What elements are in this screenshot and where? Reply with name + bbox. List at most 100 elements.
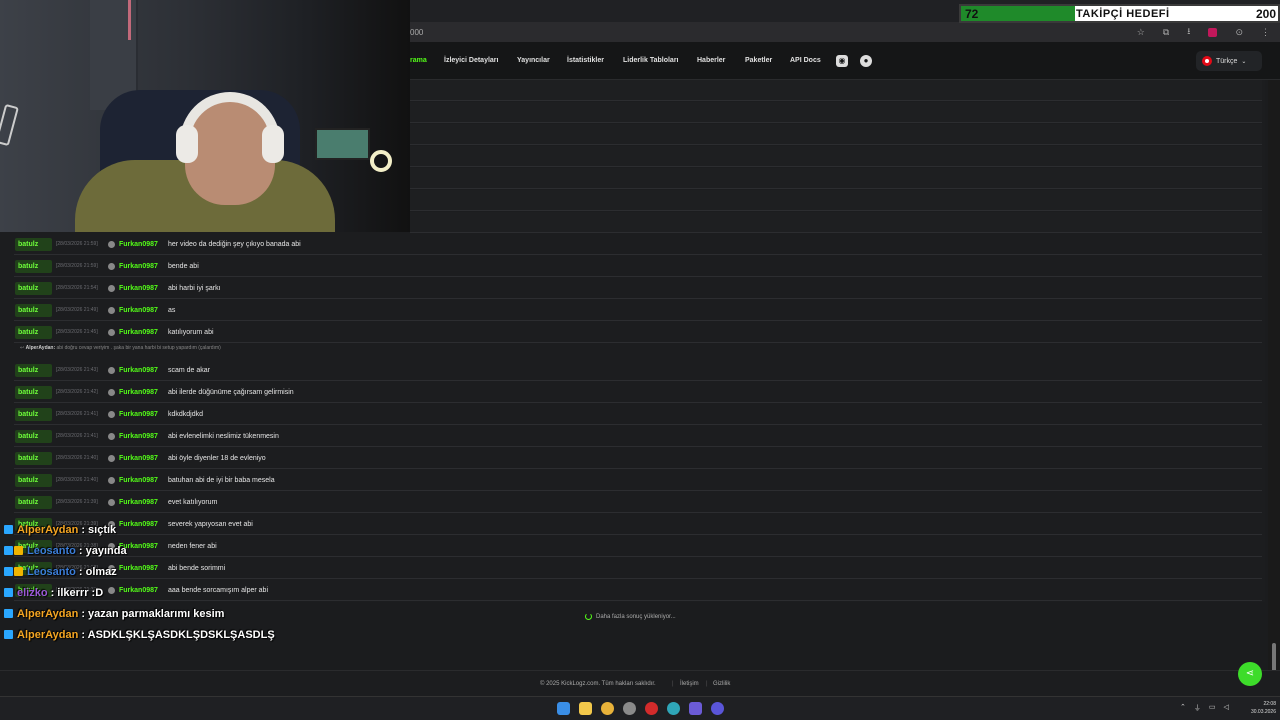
username-link[interactable]: Furkan0987 [119,411,164,418]
channel-badge[interactable]: batulz [15,429,52,443]
username-link[interactable]: Furkan0987 [119,285,164,292]
table-row[interactable]: batulz [28/03/2026 21:49] Furkan0987 as [14,300,1262,321]
username-link[interactable]: Furkan0987 [119,367,164,374]
table-row[interactable]: batulz [28/03/2026 21:40] Furkan0987 abi öy… [14,448,1262,469]
channel-badge[interactable]: batulz [15,303,52,317]
footer-privacy-link[interactable]: Gizlilik [713,681,730,687]
user-icon[interactable]: ● [860,55,872,67]
username-link[interactable]: Furkan0987 [119,241,164,248]
username-link[interactable]: Furkan0987 [119,329,164,336]
channel-badge[interactable]: batulz [15,325,52,339]
channel-badge[interactable]: batulz [15,407,52,421]
channel-badge[interactable]: batulz [15,259,52,273]
discord-taskbar-icon[interactable] [689,702,702,715]
username-link[interactable]: Furkan0987 [119,389,164,396]
menu-kebab-icon[interactable]: ⋮ [1261,27,1270,38]
opera-icon[interactable] [645,702,658,715]
obs-icon[interactable] [711,702,724,715]
profile-icon[interactable]: ⊙ [1235,27,1243,38]
language-selector[interactable]: Türkçe ⌄ [1196,51,1262,71]
url-text[interactable]: 000 [410,28,423,37]
nav-item-haberler[interactable]: Haberler [697,42,725,80]
channel-badge[interactable]: batulz [15,495,52,509]
stream-chat-line: elizko: ilkerrr :D [4,582,275,603]
username-link[interactable]: Furkan0987 [119,477,164,484]
nav-item-liderlik-tablolari[interactable]: Liderlik Tabloları [623,42,679,80]
extensions-icon[interactable]: ⧉ [1163,27,1169,38]
stream-chat-overlay: AlperAydan: sıçtık Leosanto: yayında Leosa… [4,519,275,645]
username-link[interactable]: Furkan0987 [119,433,164,440]
start-icon[interactable] [557,702,570,715]
chrome-icon[interactable] [601,702,614,715]
channel-badge[interactable]: batulz [15,473,52,487]
username-link[interactable]: Furkan0987 [119,455,164,462]
chat-username: AlperAydan [17,523,79,536]
user-status-dot [108,240,115,248]
message-text: as [168,306,176,314]
user-status-dot [108,476,115,484]
table-row[interactable]: batulz [28/03/2026 21:42] Furkan0987 abi il… [14,382,1262,403]
kick-badge-icon [4,525,13,534]
table-row[interactable]: batulz [28/03/2026 21:43] Furkan0987 scam d… [14,360,1262,381]
table-row[interactable]: batulz [28/03/2026 21:41] Furkan0987 kdkdkd… [14,404,1262,425]
channel-badge[interactable]: batulz [15,385,52,399]
username-link[interactable]: Furkan0987 [119,499,164,506]
kick-badge-icon [4,546,13,555]
table-row[interactable]: batulz [28/03/2026 21:59] Furkan0987 bende … [14,256,1262,277]
channel-badge[interactable]: batulz [15,363,52,377]
message-text: abi evlenelimki neslimiz tükenmesin [168,432,279,440]
discord-icon[interactable]: ◉ [836,55,848,67]
nav-item-api-docs[interactable]: API Docs [790,42,821,80]
table-row[interactable]: batulz [28/03/2026 21:40] Furkan0987 batuha… [14,470,1262,491]
table-row[interactable]: batulz [28/03/2026 21:41] Furkan0987 abi ev… [14,426,1262,447]
channel-badge[interactable]: batulz [15,281,52,295]
username-link[interactable]: Furkan0987 [119,307,164,314]
username-link[interactable]: Furkan0987 [119,263,164,270]
nav-item-istatistikler[interactable]: İstatistikler [567,42,604,80]
nav-item-paketler[interactable]: Paketler [745,42,772,80]
nav-item-izleyici-detaylari[interactable]: İzleyici Detayları [444,42,498,80]
chat-username: Leosanto [27,565,76,578]
file-explorer-icon[interactable] [579,702,592,715]
channel-badge[interactable]: batulz [15,451,52,465]
volume-icon[interactable]: ◁ [1224,703,1229,713]
reply-text: abi doğru cevap veriyim . şaka bir yana … [56,345,221,351]
reply-user: AlperAydan: [25,345,56,351]
tray-chevron-icon[interactable]: ⌃ [1180,703,1186,713]
table-row[interactable]: batulz [28/03/2026 21:45] Furkan0987 katılı… [14,322,1262,343]
timestamp: [28/03/2026 21:41] [56,411,98,417]
taskbar-clock[interactable]: 22:08 30.03.2026 [1240,700,1276,716]
page-scrollbar[interactable] [1268,80,1280,690]
table-row-empty [410,190,1262,211]
table-row[interactable]: batulz [28/03/2026 21:39] Furkan0987 evet k… [14,492,1262,513]
nav-item-arama[interactable]: rama [410,42,427,80]
edge-icon[interactable] [667,702,680,715]
extension-badge-icon[interactable] [1208,27,1218,37]
share-icon: ⋖ [1245,668,1255,679]
table-row-empty [410,146,1262,167]
sub-badge-icon [14,567,23,576]
loading-indicator: Daha fazla sonuç yükleniyor... [585,613,676,620]
nav-item-yayincilar[interactable]: Yayıncılar [517,42,550,80]
chat-username: Leosanto [27,544,76,557]
download-icon[interactable]: ⭳ [1187,24,1190,40]
settings-gear-icon[interactable] [623,702,636,715]
message-text: her video da dediğin şey çıkıyo banada a… [168,240,301,248]
user-status-dot [108,366,115,374]
chat-message: : yayında [78,544,127,557]
table-row[interactable]: batulz [28/03/2026 21:54] Furkan0987 abi ha… [14,278,1262,299]
network-icon[interactable]: ▭ [1209,703,1216,713]
channel-badge[interactable]: batulz [15,237,52,251]
table-row[interactable]: batulz [28/03/2026 21:59] Furkan0987 her vi… [14,234,1262,255]
reply-icon: ↩ [20,345,25,351]
user-status-dot [108,388,115,396]
system-tray[interactable]: ⌃ ⏚ ▭ ◁ [1180,703,1229,713]
message-text: abi harbi iyi şarkı [168,284,221,292]
kick-badge-icon [4,630,13,639]
bookmark-star-icon[interactable]: ☆ [1137,27,1145,38]
message-text: scam de akar [168,366,211,374]
language-label: Türkçe [1216,57,1238,65]
footer-contact-link[interactable]: İletişim [680,681,699,687]
usb-icon[interactable]: ⏚ [1194,703,1201,713]
share-button[interactable]: ⋖ [1238,662,1262,686]
